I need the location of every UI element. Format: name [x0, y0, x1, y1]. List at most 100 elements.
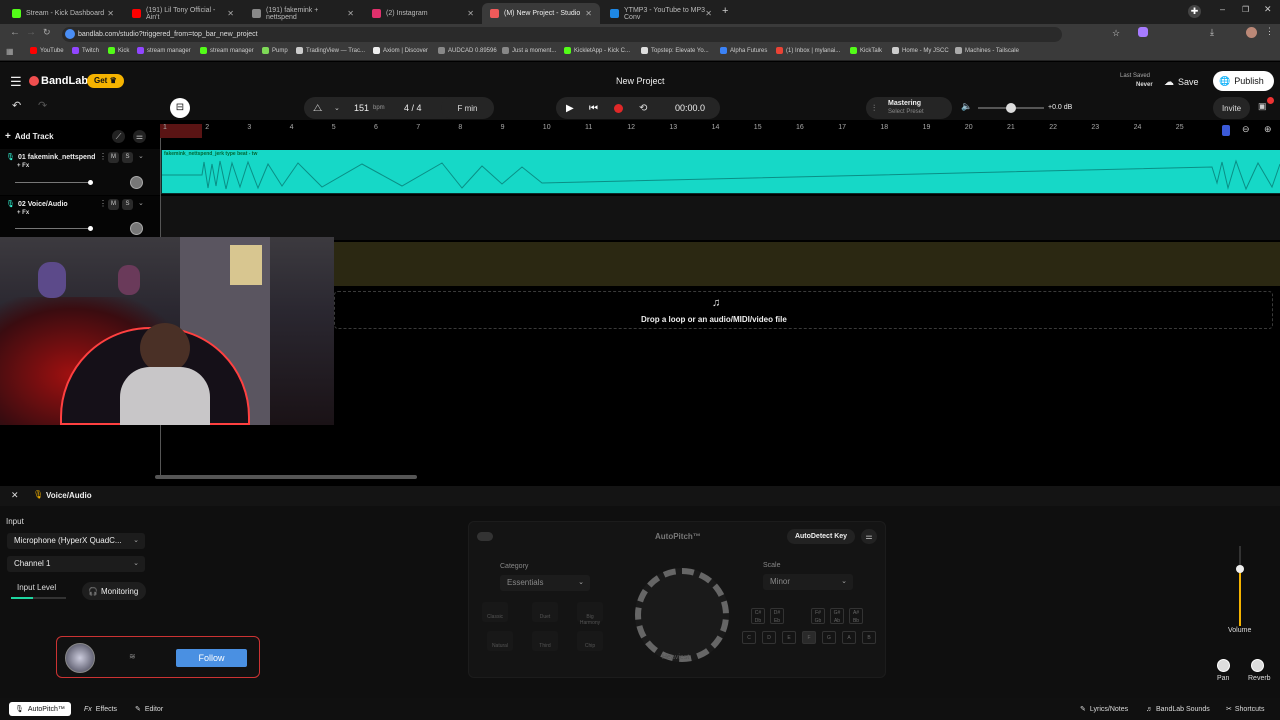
autodetect-key-button[interactable]: AutoDetect Key — [787, 529, 855, 544]
key-a[interactable]: A — [842, 631, 856, 644]
bookmark[interactable]: Machines - Tailscale — [955, 47, 1019, 54]
channel-select[interactable]: Channel 1 ⌄ — [7, 556, 145, 572]
bookmark[interactable]: stream manager — [200, 47, 254, 54]
add-track-button[interactable]: + Add Track — [5, 129, 54, 143]
reload-icon[interactable]: ↻ — [43, 27, 51, 38]
profile-avatar[interactable] — [1246, 27, 1257, 38]
scale-select[interactable]: Minor ⌄ — [763, 574, 853, 590]
snap-magnet-icon[interactable] — [1222, 125, 1230, 136]
chevron-down-icon[interactable]: ⌄ — [138, 199, 144, 207]
browser-tab[interactable]: (191) fakemink + nettspend ✕ — [244, 3, 362, 24]
monitoring-button[interactable]: 🎧 Monitoring — [82, 582, 146, 600]
bookmark[interactable]: AUDCAD 0.89596 — [438, 47, 497, 54]
browser-tab-active[interactable]: (M) New Project - Studio ✕ — [482, 3, 600, 24]
play-icon[interactable]: ▶ — [566, 103, 574, 114]
preset-chip[interactable]: Chip — [577, 631, 603, 651]
browser-tab[interactable]: (191) Lil Tony Official - Ain't ✕ — [124, 3, 242, 24]
key-g[interactable]: G — [822, 631, 836, 644]
pan-knob[interactable] — [130, 176, 143, 189]
key-c[interactable]: C — [742, 631, 756, 644]
drop-zone[interactable]: ♫ Drop a loop or an audio/MIDI/video fil… — [334, 291, 1273, 329]
save-button[interactable]: ☁ Save — [1164, 73, 1206, 91]
solo-button[interactable]: S — [122, 199, 133, 210]
undo-icon[interactable]: ↶ — [12, 99, 21, 112]
browser-tab[interactable]: YTMP3 - YouTube to MP3 Conv ✕ — [602, 3, 720, 24]
key-e[interactable]: E — [782, 631, 796, 644]
pan-knob[interactable] — [130, 222, 143, 235]
speaker-icon[interactable]: 🔈 — [961, 101, 972, 112]
close-icon[interactable]: ✕ — [107, 9, 114, 18]
lyrics-notes-button[interactable]: ✎ Lyrics/Notes — [1074, 702, 1134, 716]
slider-handle[interactable] — [88, 226, 93, 231]
automation-icon[interactable]: ⟋ — [112, 130, 125, 143]
preset-big-harmony[interactable]: Big Harmony — [577, 602, 603, 626]
fader-handle[interactable] — [1236, 565, 1244, 573]
bookmark[interactable]: (1) Inbox | mylanai... — [776, 47, 840, 54]
master-volume-slider[interactable] — [978, 103, 1044, 113]
extension-icon[interactable] — [1138, 27, 1148, 37]
close-panel-icon[interactable]: ✕ — [11, 490, 19, 501]
solo-button[interactable]: S — [122, 152, 133, 163]
new-tab-icon[interactable]: + — [722, 5, 728, 17]
track-name[interactable]: 02 Voice/Audio — [18, 201, 68, 208]
bookmark-star-icon[interactable]: ☆ — [1112, 28, 1120, 39]
invite-button[interactable]: Invite — [1213, 97, 1250, 119]
autopitch-settings-icon[interactable]: ⚌ — [861, 529, 877, 544]
maximize-icon[interactable]: ❐ — [1242, 5, 1249, 14]
strength-knob[interactable] — [635, 568, 729, 662]
slider-handle[interactable] — [88, 180, 93, 185]
key-d-sharp[interactable]: D# Eb — [770, 608, 784, 624]
bookmark[interactable]: Topstep: Elevate Yo... — [641, 47, 709, 54]
editor-tab[interactable]: ✎ Editor — [129, 702, 169, 716]
close-icon[interactable]: ✕ — [347, 9, 354, 18]
track-header[interactable]: 🎙 01 fakemink_nettspend ⋮ M S ⌄ + Fx — [0, 149, 160, 195]
effects-tab[interactable]: Fx Effects — [78, 702, 123, 716]
close-icon[interactable]: ✕ — [467, 9, 474, 18]
close-icon[interactable]: ✕ — [585, 9, 592, 18]
tab-search-icon[interactable]: ✚ — [1188, 5, 1201, 18]
add-fx-button[interactable]: + Fx — [17, 163, 29, 169]
volume-handle[interactable] — [1006, 103, 1016, 113]
key-c-sharp[interactable]: C# Db — [751, 608, 765, 624]
input-device-select[interactable]: Microphone (HyperX QuadC... ⌄ — [7, 533, 145, 549]
audio-clip[interactable]: fakemink_nettspend_jerk type beat - tw — [162, 150, 1280, 193]
add-fx-button[interactable]: + Fx — [17, 210, 29, 216]
bookmark[interactable]: stream manager — [137, 47, 191, 54]
shortcuts-button[interactable]: ✂ Shortcuts — [1220, 702, 1270, 716]
bookmark[interactable]: Pump — [262, 47, 288, 54]
apps-grid-icon[interactable]: ▦ — [6, 47, 14, 56]
url-bar[interactable]: bandlab.com/studio?triggered_from=top_ba… — [62, 27, 1062, 42]
track-lane[interactable] — [160, 196, 1280, 240]
bookmark[interactable]: Home - My JSCC — [892, 47, 949, 54]
download-icon[interactable]: ⤓ — [1210, 27, 1214, 38]
reverb-knob[interactable] — [1251, 659, 1264, 672]
bookmark[interactable]: Just a moment... — [502, 47, 556, 54]
site-info-icon[interactable] — [65, 29, 75, 39]
close-icon[interactable]: ✕ — [705, 9, 712, 18]
metronome-icon[interactable]: ⧍ — [313, 103, 322, 114]
horizontal-scrollbar[interactable] — [155, 475, 417, 479]
key-a-sharp[interactable]: A# Bb — [849, 608, 863, 624]
key-selector[interactable]: F min — [441, 97, 494, 119]
category-select[interactable]: Essentials ⌄ — [500, 575, 590, 591]
publish-button[interactable]: 🌐 Publish — [1213, 71, 1274, 91]
bookmark[interactable]: Kick — [108, 47, 129, 54]
more-icon[interactable]: ⋮ — [99, 152, 107, 161]
window-close-icon[interactable]: ✕ — [1264, 4, 1272, 15]
menu-icon[interactable]: ⋮ — [1265, 26, 1274, 37]
track-header[interactable]: 🎙 02 Voice/Audio ⋮ M S ⌄ + Fx — [0, 196, 160, 242]
chevron-down-icon[interactable]: ⌄ — [334, 104, 340, 112]
track-volume-slider[interactable] — [15, 226, 93, 231]
preset-third[interactable]: Third — [532, 631, 558, 651]
key-f-sharp[interactable]: F# Gb — [811, 608, 825, 624]
bookmark[interactable]: Axiom | Discover — [373, 47, 428, 54]
close-icon[interactable]: ✕ — [227, 9, 234, 18]
zoom-in-icon[interactable]: ⊕ — [1264, 124, 1272, 135]
track-settings-icon[interactable]: ⚌ — [133, 130, 146, 143]
track-name[interactable]: 01 fakemink_nettspend — [18, 154, 95, 161]
bandlab-sounds-button[interactable]: ♬ BandLab Sounds — [1140, 702, 1216, 716]
key-g-sharp[interactable]: G# Ab — [830, 608, 844, 624]
bookmark[interactable]: KickletApp - Kick C... — [564, 47, 630, 54]
key-f[interactable]: F — [802, 631, 816, 644]
preset-duet[interactable]: Duet — [532, 602, 558, 622]
